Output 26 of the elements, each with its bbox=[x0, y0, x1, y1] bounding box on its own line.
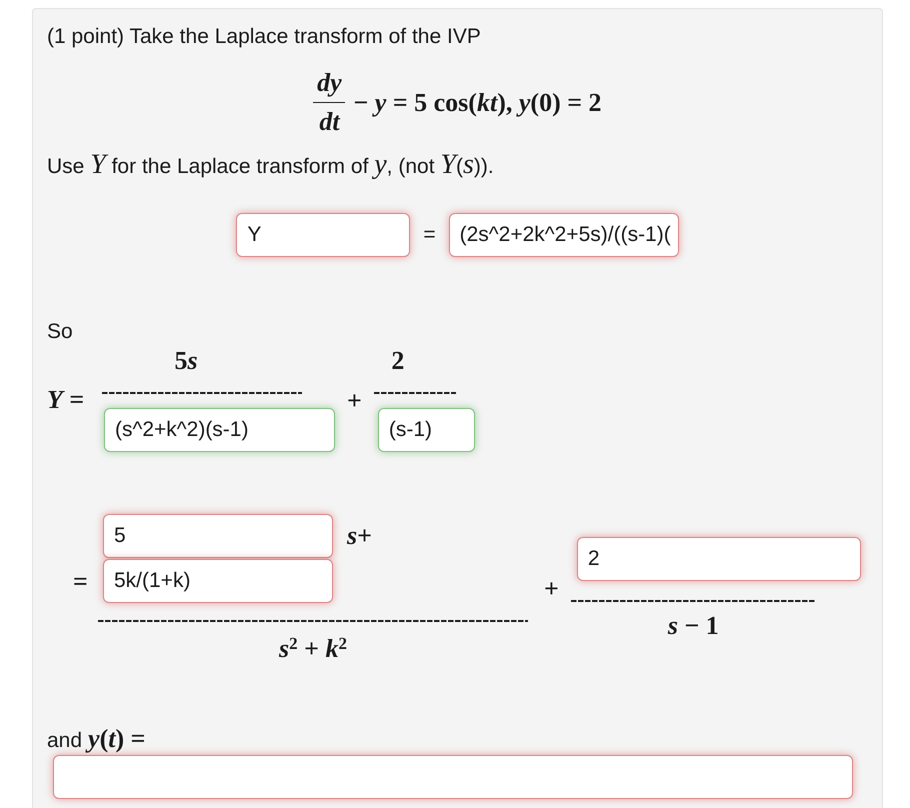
equals-sign: = bbox=[73, 567, 88, 596]
math-denominator: s − 1 bbox=[668, 611, 719, 641]
input-field[interactable]: (s-1) bbox=[378, 408, 475, 452]
math-equation: − y = 5 cos(kt), y(0) = 2 bbox=[353, 88, 602, 118]
math-denominator: dt bbox=[319, 107, 340, 137]
equals-sign: = bbox=[423, 222, 436, 248]
math-numerator: 5s bbox=[174, 346, 198, 376]
input-field[interactable]: 5k/(1+k) bbox=[103, 559, 333, 603]
input-field[interactable]: Y bbox=[236, 213, 410, 257]
so-label: So bbox=[47, 320, 73, 343]
question-text: (1 point) Take the Laplace transform of the IVP bbox=[47, 25, 481, 48]
math-numerator: dy bbox=[317, 68, 342, 98]
math-operator: + bbox=[544, 574, 559, 603]
instruction-text: Use Y for the Laplace transform of y, (not Y(s)). bbox=[47, 155, 494, 178]
math-numerator: 2 bbox=[391, 346, 404, 376]
input-field[interactable] bbox=[53, 755, 853, 799]
input-field[interactable]: 5 bbox=[103, 514, 333, 558]
math-expression: y(t) = bbox=[88, 724, 146, 754]
input-field[interactable]: 2 bbox=[576, 537, 861, 581]
input-field[interactable]: (2s^2+2k^2+5s)/((s-1)( bbox=[448, 213, 679, 257]
answer-label: and bbox=[47, 728, 82, 754]
math-operator: + bbox=[347, 386, 362, 415]
math-denominator: s$^{2}$ + k$^{2}$ bbox=[279, 634, 347, 664]
math-lhs: Y = bbox=[47, 385, 84, 414]
math-term: s+ bbox=[347, 521, 372, 551]
input-field[interactable]: (s^2+k^2)(s-1) bbox=[104, 408, 335, 452]
